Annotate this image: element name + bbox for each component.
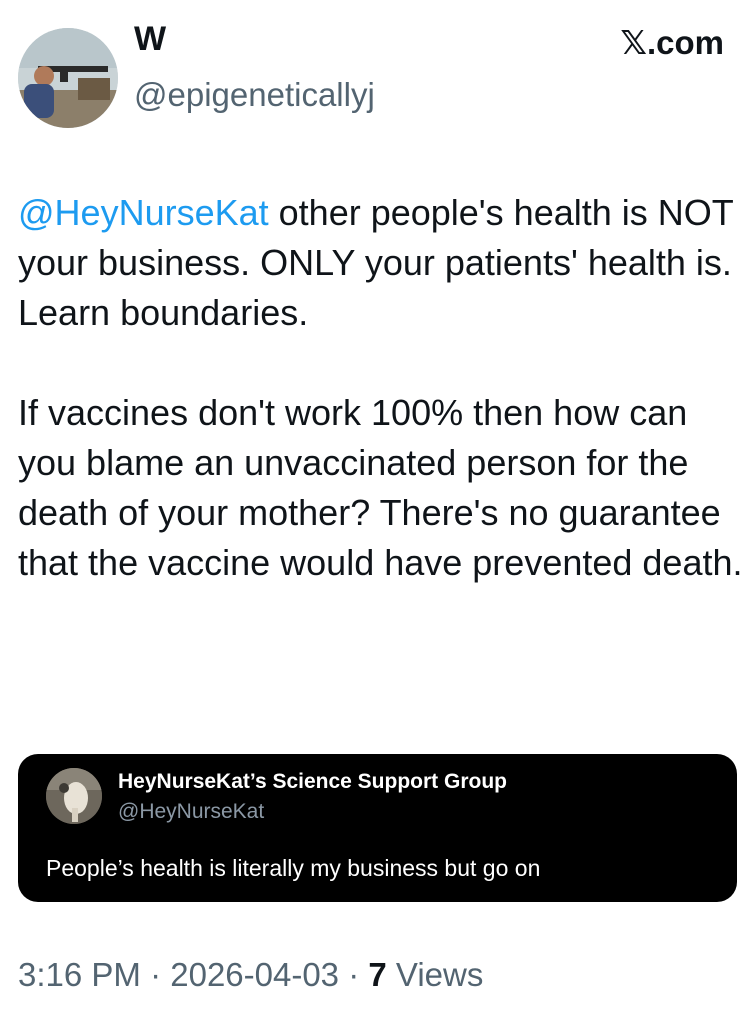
- author-handle[interactable]: @epigeneticallyj: [134, 78, 375, 111]
- tweet-time[interactable]: 3:16 PM: [18, 956, 141, 993]
- views-label: Views: [386, 956, 484, 993]
- tweet-paragraph-1: @HeyNurseKat other people's health is NO…: [18, 188, 744, 338]
- quoted-author-avatar[interactable]: [46, 768, 102, 824]
- avatar-photo-icon: [18, 28, 118, 128]
- quoted-tweet-card[interactable]: HeyNurseKat’s Science Support Group @Hey…: [18, 754, 737, 902]
- quoted-author-name[interactable]: HeyNurseKat’s Science Support Group: [118, 770, 507, 794]
- tweet-paragraph-2: If vaccines don't work 100% then how can…: [18, 392, 743, 583]
- x-com-badge: 𝕏.com: [620, 24, 724, 61]
- quoted-author-handle[interactable]: @HeyNurseKat: [118, 800, 264, 824]
- tweet-body: @HeyNurseKat other people's health is NO…: [18, 188, 744, 588]
- meta-separator-1: ·: [140, 956, 171, 993]
- quoted-tweet-text: People’s health is literally my business…: [46, 855, 541, 881]
- quoted-avatar-photo-icon: [46, 768, 102, 824]
- views-count: 7: [368, 956, 387, 993]
- mention-link[interactable]: @HeyNurseKat: [18, 192, 269, 233]
- tweet-date[interactable]: 2026-04-03: [170, 956, 339, 993]
- meta-separator-2: ·: [339, 956, 369, 993]
- author-avatar[interactable]: [18, 28, 118, 128]
- author-display-name[interactable]: W: [134, 22, 166, 56]
- tweet-metadata: 3:16 PM · 2026-04-03 · 7 Views: [18, 958, 483, 991]
